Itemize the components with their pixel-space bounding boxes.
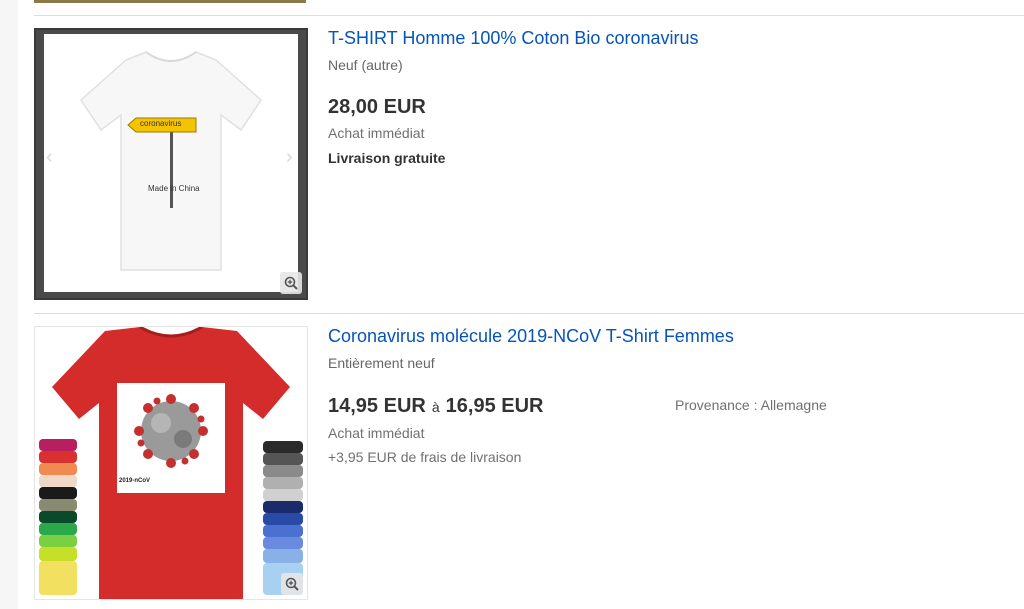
condition-text: Neuf (autre) [328, 57, 403, 73]
chevron-left-icon[interactable]: ‹ [46, 146, 53, 169]
print-text: Made in China [148, 184, 200, 193]
listing-divider [34, 313, 1024, 314]
search-results: coronavirus Made in China ‹ › T-SHIRT Ho… [18, 0, 1024, 609]
chevron-right-icon[interactable]: › [286, 146, 293, 169]
listing-image[interactable]: 2019-nCoV [34, 326, 308, 600]
previous-listing-image[interactable] [34, 0, 306, 3]
listing-image[interactable]: coronavirus Made in China ‹ › [34, 28, 308, 300]
listing-divider [34, 15, 1024, 16]
shipping-info: Livraison gratuite [328, 150, 446, 166]
listing-title[interactable]: Coronavirus molécule 2019-NCoV T-Shirt F… [328, 326, 734, 347]
sign-text: coronavirus [140, 119, 182, 128]
magnifier-plus-icon[interactable] [281, 573, 303, 595]
tshirt-white-image [36, 30, 306, 298]
price-range: 14,95 EUR à 16,95 EUR [328, 395, 543, 418]
item-origin: Provenance : Allemagne [675, 397, 827, 413]
price-separator: à [431, 399, 440, 415]
price-low: 14,95 EUR [328, 395, 426, 417]
buy-format: Achat immédiat [328, 425, 425, 441]
price-high: 16,95 EUR [445, 395, 544, 417]
magnifier-plus-icon[interactable] [280, 272, 302, 294]
listing-title[interactable]: T-SHIRT Homme 100% Coton Bio coronavirus [328, 28, 699, 49]
price: 28,00 EUR [328, 96, 426, 118]
buy-format: Achat immédiat [328, 125, 425, 141]
condition-text: Entièrement neuf [328, 355, 435, 371]
shipping-info: +3,95 EUR de frais de livraison [328, 449, 522, 465]
print-text: 2019-nCoV [119, 478, 151, 484]
tshirt-red-image [39, 327, 303, 599]
